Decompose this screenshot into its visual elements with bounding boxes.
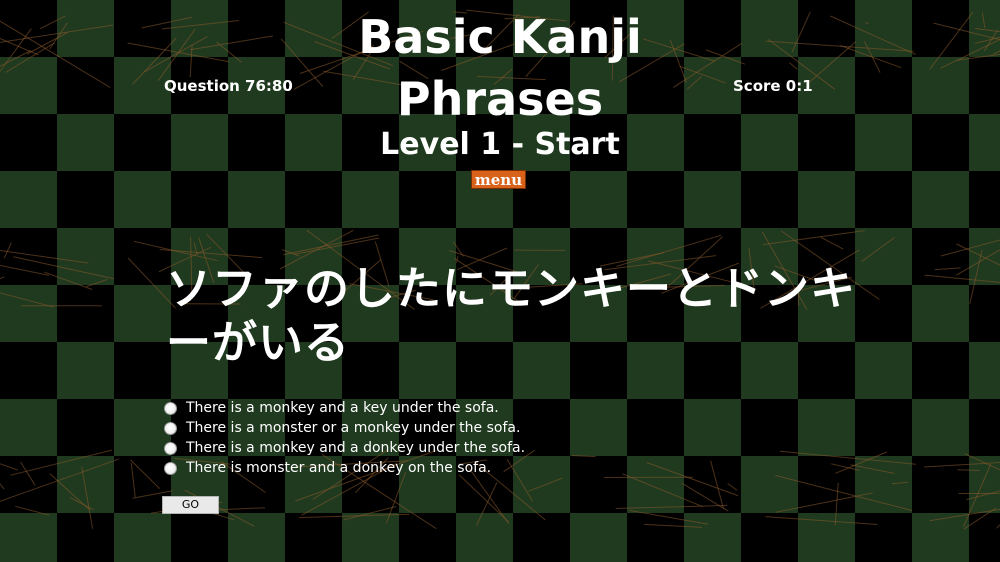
checker-square [114,171,171,228]
answer-option[interactable]: There is a monster or a monkey under the… [164,418,684,438]
checker-square [114,57,171,114]
go-button[interactable]: GO [162,496,219,514]
answer-label[interactable]: There is monster and a donkey on the sof… [186,460,491,476]
checker-square [969,342,1000,399]
checker-square [57,342,114,399]
checker-square [684,399,741,456]
answer-label[interactable]: There is a monkey and a donkey under the… [186,440,525,456]
checker-square [114,285,171,342]
checker-square [0,171,57,228]
checker-square [684,171,741,228]
checker-square [969,0,1000,57]
answer-label[interactable]: There is a monkey and a key under the so… [186,400,499,416]
checker-square [171,114,228,171]
checker-square [342,513,399,562]
checker-square [855,228,912,285]
checker-square [114,513,171,562]
checker-square [0,399,57,456]
checker-square [570,171,627,228]
answer-label[interactable]: There is a monster or a monkey under the… [186,420,520,436]
checker-square [228,513,285,562]
checker-square [114,399,171,456]
checker-square [912,57,969,114]
checker-square [912,171,969,228]
checker-square [0,57,57,114]
checker-square [912,399,969,456]
checker-square [0,285,57,342]
checker-square [912,285,969,342]
level-subtitle: Level 1 - Start [380,127,620,162]
checker-square [57,114,114,171]
checker-square [342,171,399,228]
radio-button[interactable] [164,401,177,415]
checker-square [684,513,741,562]
checker-square [798,171,855,228]
radio-button[interactable] [164,421,177,435]
answer-option[interactable]: There is monster and a donkey on the sof… [164,458,684,478]
answer-option[interactable]: There is a monkey and a donkey under the… [164,438,684,458]
checker-square [855,114,912,171]
radio-button[interactable] [164,441,177,455]
checker-square [456,513,513,562]
score-display: Score 0:1 [733,77,813,95]
checker-square [798,513,855,562]
checker-square [741,456,798,513]
menu-button[interactable]: menu [471,170,526,189]
question-counter: Question 76:80 [164,77,293,95]
radio-button[interactable] [164,461,177,475]
checker-square [57,0,114,57]
answer-option[interactable]: There is a monkey and a key under the so… [164,398,684,418]
checker-square [969,114,1000,171]
checker-square [228,171,285,228]
checker-square [855,456,912,513]
checker-square [969,228,1000,285]
page-title-line2: Phrases [396,72,604,126]
answer-options: There is a monkey and a key under the so… [164,398,684,478]
question-text: ソファのしたにモンキーとドンキーがいる [166,262,857,369]
page-title: Basic Kanji [358,10,642,64]
checker-square [570,513,627,562]
checker-square [57,456,114,513]
checker-square [0,513,57,562]
checker-square [798,399,855,456]
checker-square [855,342,912,399]
checker-square [912,513,969,562]
